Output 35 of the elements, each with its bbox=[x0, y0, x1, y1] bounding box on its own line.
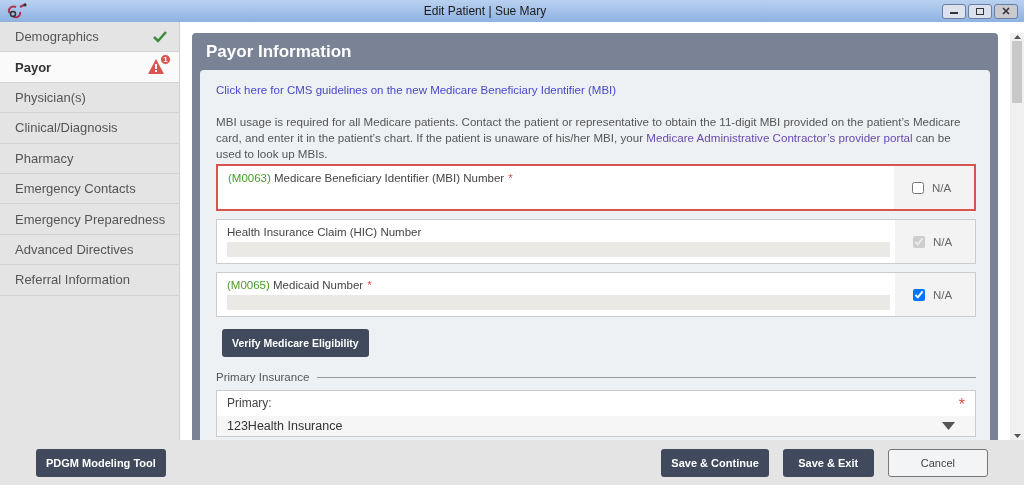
select-label: Primary: bbox=[227, 396, 272, 412]
na-label: N/A bbox=[933, 235, 953, 248]
footer-button[interactable]: Save & Exit bbox=[782, 448, 874, 477]
pdgm-tool-button[interactable]: PDGM Modeling Tool bbox=[36, 448, 166, 477]
provider-portal-link[interactable]: Medicare Administrative Contractor’s provider portal bbox=[646, 131, 913, 144]
field-label: (M0065) Medicaid Number * bbox=[227, 279, 373, 291]
verify-eligibility-button[interactable]: Verify Medicare Eligibility bbox=[222, 329, 369, 357]
section-legend: Primary Insurance bbox=[216, 371, 310, 383]
maximize-button[interactable] bbox=[968, 3, 992, 19]
alert-count-badge: 1 bbox=[160, 54, 171, 66]
maximize-icon bbox=[976, 7, 984, 15]
dropdown-caret-icon bbox=[942, 422, 955, 430]
field-label: Health Insurance Claim (HIC) Number bbox=[227, 226, 423, 238]
close-button[interactable] bbox=[994, 3, 1018, 19]
scroll-down-icon bbox=[1013, 434, 1021, 438]
na-label: N/A bbox=[933, 288, 953, 301]
logo-icon bbox=[6, 3, 28, 19]
mbi-notice: MBI usage is required for all Medicare patients. Contact the patient or representative to obtain the 11-digit MBI provided on the patient’s Medicare card, and enter it in the patient’s chart. If the patient is unaware of his/her MBI, your Medicare Administrative Contractor’s provider portal can be used to look up MBIs. bbox=[216, 114, 962, 162]
na-label: N/A bbox=[932, 181, 952, 194]
scroll-up-icon bbox=[1013, 35, 1021, 39]
required-mark: * bbox=[958, 396, 965, 414]
panel-title: Payor Information bbox=[205, 41, 353, 63]
select-value: 123Health Insurance bbox=[227, 419, 343, 433]
primary-insurance-select[interactable]: Primary: * 123Health Insurance bbox=[216, 390, 976, 437]
field-label: (M0063) Medicare Beneficiary Identifier (MBI) Number * bbox=[228, 172, 514, 184]
close-icon bbox=[1002, 7, 1010, 15]
minimize-button[interactable] bbox=[942, 3, 966, 19]
sidebar-item[interactable]: Payor 1 bbox=[0, 52, 179, 83]
footer-button[interactable]: Save & Continue bbox=[661, 448, 769, 477]
window-title: Edit Patient | Sue Mary bbox=[422, 4, 548, 18]
scrollbar[interactable] bbox=[1010, 33, 1024, 440]
guidelines-link[interactable]: Click here for CMS guidelines on the new Medicare Beneficiary Identifier (MBI) bbox=[216, 84, 976, 96]
footer-button[interactable]: Cancel bbox=[887, 448, 988, 477]
na-checkbox[interactable] bbox=[912, 181, 924, 194]
scroll-thumb[interactable] bbox=[1012, 41, 1022, 103]
